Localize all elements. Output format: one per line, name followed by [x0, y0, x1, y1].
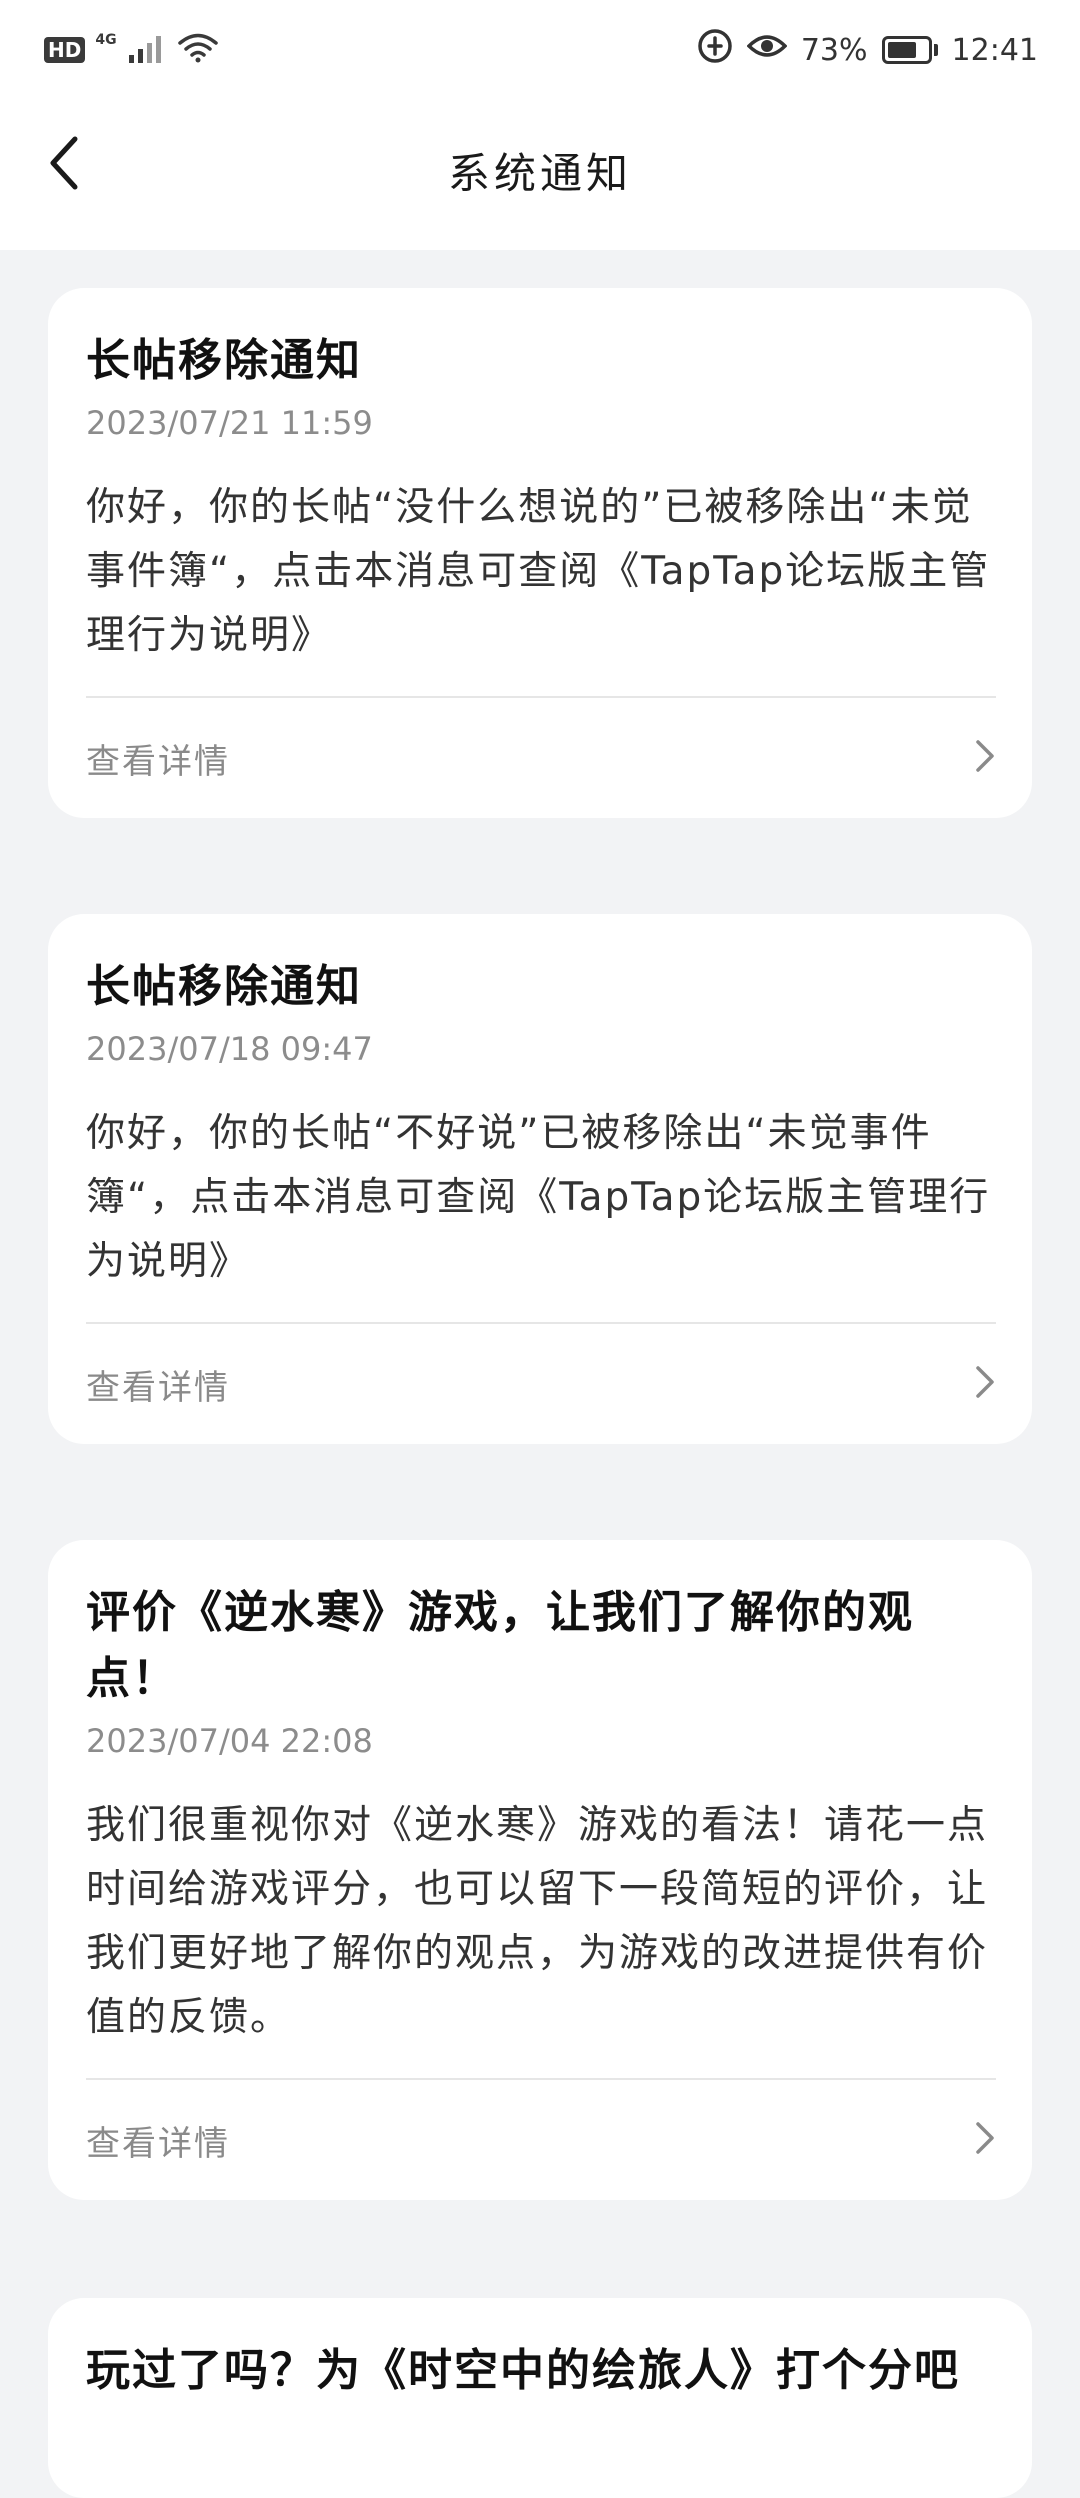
view-details-label: 查看详情	[86, 1367, 230, 1408]
view-details-button[interactable]: 查看详情	[86, 698, 996, 818]
chevron-right-icon	[974, 1364, 996, 1404]
notification-body: 你好，你的长帖“不好说”已被移除出“未觉事件簿“，点击本消息可查阅《TapTap…	[86, 1111, 991, 1284]
notification-card[interactable]: 长帖移除通知 2023/07/21 11:59 你好，你的长帖“没什么想说的”已…	[48, 288, 1032, 818]
chevron-right-icon	[974, 738, 996, 778]
view-details-button[interactable]: 查看详情	[86, 2080, 996, 2200]
clock-time: 12:41	[951, 32, 1038, 68]
view-details-label: 查看详情	[86, 2123, 230, 2164]
status-left: HD 4G	[44, 28, 219, 72]
network-type-label: 4G	[95, 32, 117, 48]
chevron-right-icon	[974, 2120, 996, 2160]
view-details-button[interactable]: 查看详情	[86, 1324, 996, 1444]
wifi-icon	[177, 31, 219, 69]
notification-title: 长帖移除通知	[86, 961, 362, 1012]
cellular-signal-icon	[127, 33, 167, 67]
data-saver-icon	[697, 28, 733, 72]
hd-badge: HD	[44, 37, 86, 63]
notification-time: 2023/07/18 09:47	[86, 1030, 373, 1068]
notification-title: 评价《逆水寒》游戏，让我们了解你的观点！	[86, 1587, 914, 1704]
notification-title: 玩过了吗？为《时空中的绘旅人》打个分吧	[86, 2345, 960, 2396]
view-details-label: 查看详情	[86, 741, 230, 782]
battery-icon	[881, 36, 932, 64]
eye-comfort-icon	[746, 32, 788, 68]
page-title: 系统通知	[447, 149, 632, 198]
navigation-bar: 系统通知	[0, 110, 1080, 230]
notification-time: 2023/07/04 22:08	[86, 1722, 373, 1760]
notification-card[interactable]: 玩过了吗？为《时空中的绘旅人》打个分吧	[48, 2298, 1032, 2498]
notification-time: 2023/07/21 11:59	[86, 404, 373, 442]
status-bar: HD 4G 73% 12:41	[0, 0, 1080, 100]
notification-card[interactable]: 长帖移除通知 2023/07/18 09:47 你好，你的长帖“不好说”已被移除…	[48, 914, 1032, 1444]
battery-cap	[933, 44, 938, 56]
notification-card[interactable]: 评价《逆水寒》游戏，让我们了解你的观点！ 2023/07/04 22:08 我们…	[48, 1540, 1032, 2200]
status-right: 73% 12:41	[697, 28, 1038, 72]
notification-body: 我们很重视你对《逆水寒》游戏的看法！请花一点时间给游戏评分，也可以留下一段简短的…	[86, 1803, 989, 2040]
battery-percent: 73%	[800, 32, 868, 68]
notification-body: 你好，你的长帖“没什么想说的”已被移除出“未觉事件簿“，点击本消息可查阅《Tap…	[86, 485, 991, 658]
battery-fill	[887, 42, 916, 58]
top-bar: HD 4G 73% 12:41 系统通知	[0, 0, 1080, 250]
notification-title: 长帖移除通知	[86, 335, 362, 386]
